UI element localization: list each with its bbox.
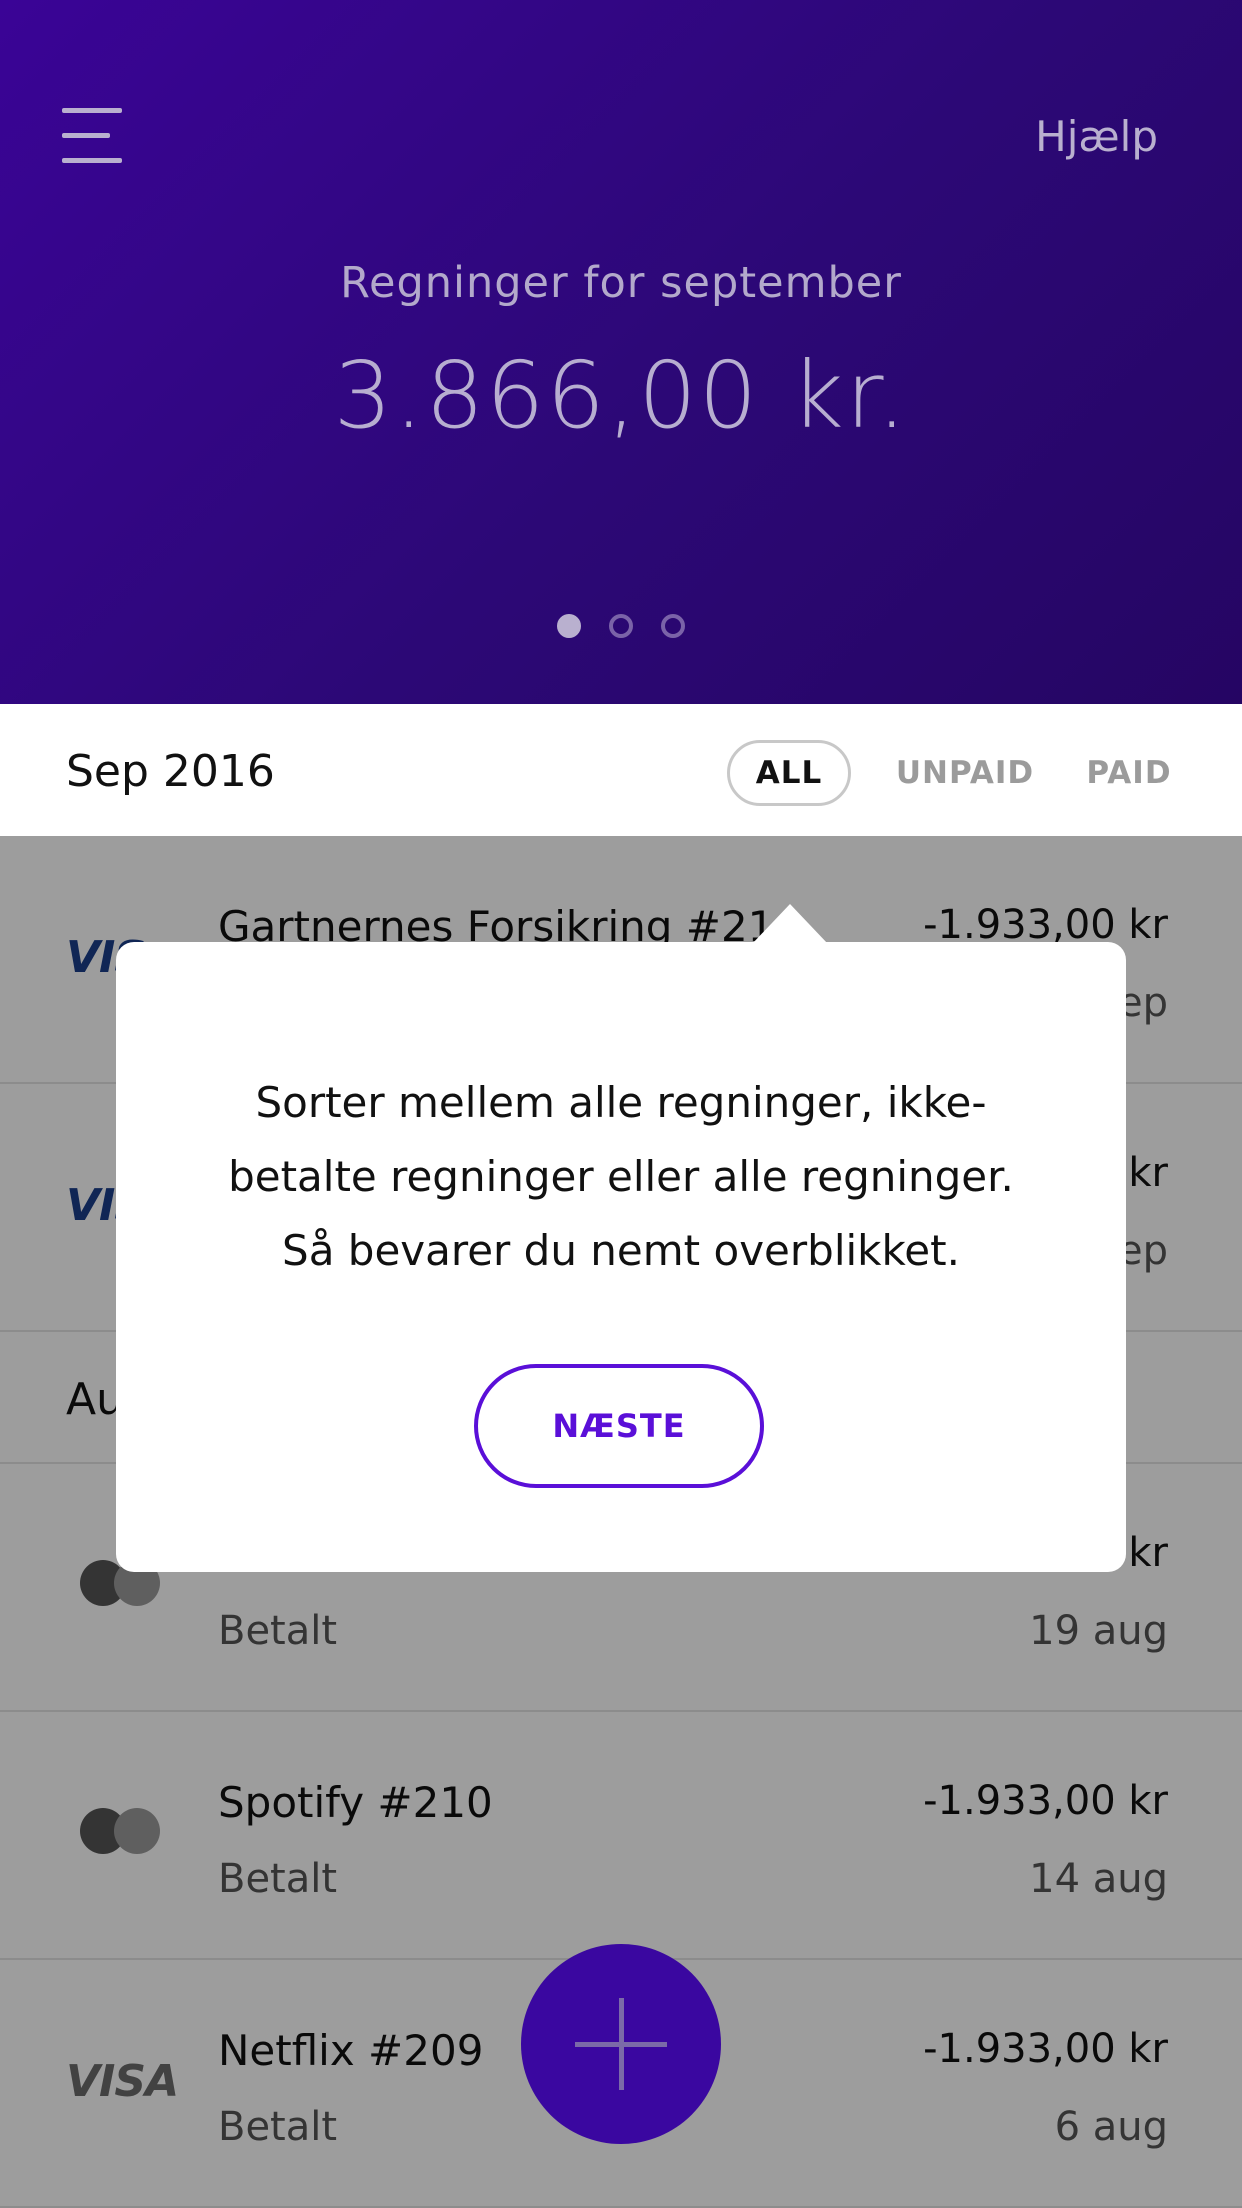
tooltip-arrow	[752, 904, 828, 944]
next-button[interactable]: NÆSTE	[474, 1364, 764, 1488]
help-link[interactable]: Hjælp	[1035, 112, 1158, 161]
tooltip-line: betalte regninger eller alle regninger.	[228, 1152, 1014, 1201]
add-bill-button[interactable]	[521, 1944, 721, 2144]
tooltip-line: Sorter mellem alle regninger, ikke-	[255, 1078, 987, 1127]
filter-tab-unpaid[interactable]: UNPAID	[890, 740, 1040, 806]
page-dot-2[interactable]	[609, 614, 633, 638]
menu-line	[62, 158, 122, 163]
page-indicator	[0, 614, 1242, 638]
page-dot-3[interactable]	[661, 614, 685, 638]
filter-bar: Sep 2016	[0, 704, 1242, 836]
menu-line	[62, 108, 122, 113]
bills-period-title: Regninger for september	[340, 258, 902, 308]
tooltip-line: Så bevarer du nemt overblikket.	[282, 1226, 960, 1275]
filter-tab-all[interactable]: ALL	[727, 740, 851, 806]
onboarding-tooltip: Sorter mellem alle regninger, ikke- beta…	[116, 942, 1126, 1572]
page-dot-1[interactable]	[557, 614, 581, 638]
menu-line	[62, 133, 110, 138]
filter-tab-paid[interactable]: PAID	[1080, 740, 1178, 806]
tooltip-message: Sorter mellem alle regninger, ikke- beta…	[176, 1066, 1066, 1288]
hamburger-menu-icon[interactable]	[62, 108, 124, 164]
bills-total-amount: 3.866,00 kr.	[333, 342, 909, 449]
month-label: Sep 2016	[66, 746, 275, 797]
header: Hjælp Regninger for september 3.866,00 k…	[0, 0, 1242, 704]
